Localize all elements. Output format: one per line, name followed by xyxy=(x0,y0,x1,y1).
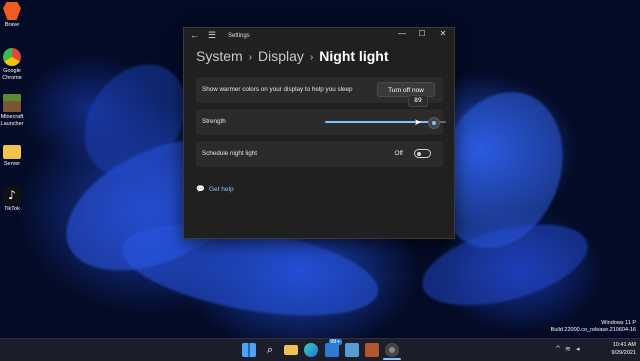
settings-icon[interactable] xyxy=(385,343,399,357)
schedule-toggle[interactable] xyxy=(414,149,431,158)
close-button[interactable]: ✕ xyxy=(433,29,453,38)
desktop-icon-label: Brave xyxy=(4,22,20,28)
chrome-icon xyxy=(3,48,21,66)
desktop-icon-label: Minecraft Launcher xyxy=(0,114,24,127)
back-arrow-icon[interactable]: ← xyxy=(190,30,199,40)
store-icon[interactable] xyxy=(345,343,359,357)
desktop-icon-tiktok[interactable]: ♪ TikTok xyxy=(0,186,24,213)
build-watermark: Windows 11 P Build 22000.co_release.2106… xyxy=(551,320,636,334)
clock-date: 9/29/2021 xyxy=(611,350,636,356)
minimize-button[interactable]: — xyxy=(392,29,412,38)
brave-icon xyxy=(3,2,21,20)
desktop-icon-minecraft[interactable]: Minecraft Launcher xyxy=(0,94,24,127)
schedule-card[interactable]: Schedule night light Off xyxy=(196,141,443,167)
desktop-icon-chrome[interactable]: Google Chrome xyxy=(0,48,24,81)
tiktok-icon: ♪ xyxy=(3,186,21,204)
wifi-icon[interactable]: ≋ xyxy=(565,345,571,353)
taskbar: ⌕ 99+ ^ ≋ ◂ 10:41 AM 9/29/2021 xyxy=(0,338,640,361)
night-light-card: Show warmer colors on your display to he… xyxy=(196,77,443,103)
strength-label: Strength xyxy=(202,118,226,125)
breadcrumb-system[interactable]: System xyxy=(196,48,243,64)
toggle-knob xyxy=(417,151,421,156)
breadcrumb-separator: › xyxy=(248,52,253,63)
settings-window: ← ☰ Settings — ☐ ✕ System › Display › Night … xyxy=(183,27,455,239)
volume-icon[interactable]: ◂ xyxy=(576,345,580,353)
desktop-icon-label: TikTok xyxy=(4,206,20,212)
clock-time: 10:41 AM xyxy=(612,342,636,348)
breadcrumb-separator: › xyxy=(309,52,314,63)
system-clock[interactable]: 10:41 AM 9/29/2021 xyxy=(612,341,636,357)
start-icon[interactable] xyxy=(242,343,256,357)
strength-slider[interactable] xyxy=(325,117,446,129)
help-chat-icon: 💬 xyxy=(196,186,205,193)
chevron-up-icon[interactable]: ^ xyxy=(555,345,561,353)
strength-value-tooltip: 89 xyxy=(408,95,428,107)
notes-icon[interactable] xyxy=(365,343,379,357)
page-title: Night light xyxy=(319,48,389,64)
title-bar: ← ☰ Settings — ☐ ✕ xyxy=(184,28,454,44)
maximize-button[interactable]: ☐ xyxy=(412,29,432,38)
minecraft-icon xyxy=(3,94,21,112)
schedule-state-label: Off xyxy=(394,150,403,157)
desktop-icon-server[interactable]: Server xyxy=(0,142,24,168)
desktop-icon-label: Google Chrome xyxy=(2,68,22,81)
desktop-icon-label: Server xyxy=(3,161,21,167)
edge-icon[interactable] xyxy=(304,343,318,357)
get-help-label: Get help xyxy=(209,186,234,193)
strength-card: Strength xyxy=(196,109,446,135)
menu-icon[interactable]: ☰ xyxy=(208,30,216,41)
mouse-cursor-icon: ➤ xyxy=(414,118,422,128)
schedule-label: Schedule night light xyxy=(202,150,257,157)
folder-icon xyxy=(3,145,21,159)
file-explorer-icon[interactable] xyxy=(284,345,298,355)
window-title: Settings xyxy=(228,33,250,39)
watermark-line2: Build 22000.co_release.210604-16 xyxy=(550,327,636,333)
desktop-icon-brave[interactable]: Brave xyxy=(0,2,24,29)
mail-badge: 99+ xyxy=(329,339,342,345)
strength-slider-thumb[interactable] xyxy=(427,117,440,129)
breadcrumb: System › Display › Night light xyxy=(196,48,388,64)
mail-icon[interactable]: 99+ xyxy=(325,339,342,357)
night-light-description: Show warmer colors on your display to he… xyxy=(202,86,353,93)
search-icon[interactable]: ⌕ xyxy=(263,343,277,357)
get-help-link[interactable]: 💬 Get help xyxy=(196,185,234,193)
watermark-line1: Windows 11 P xyxy=(601,320,636,326)
breadcrumb-display[interactable]: Display xyxy=(258,48,304,64)
